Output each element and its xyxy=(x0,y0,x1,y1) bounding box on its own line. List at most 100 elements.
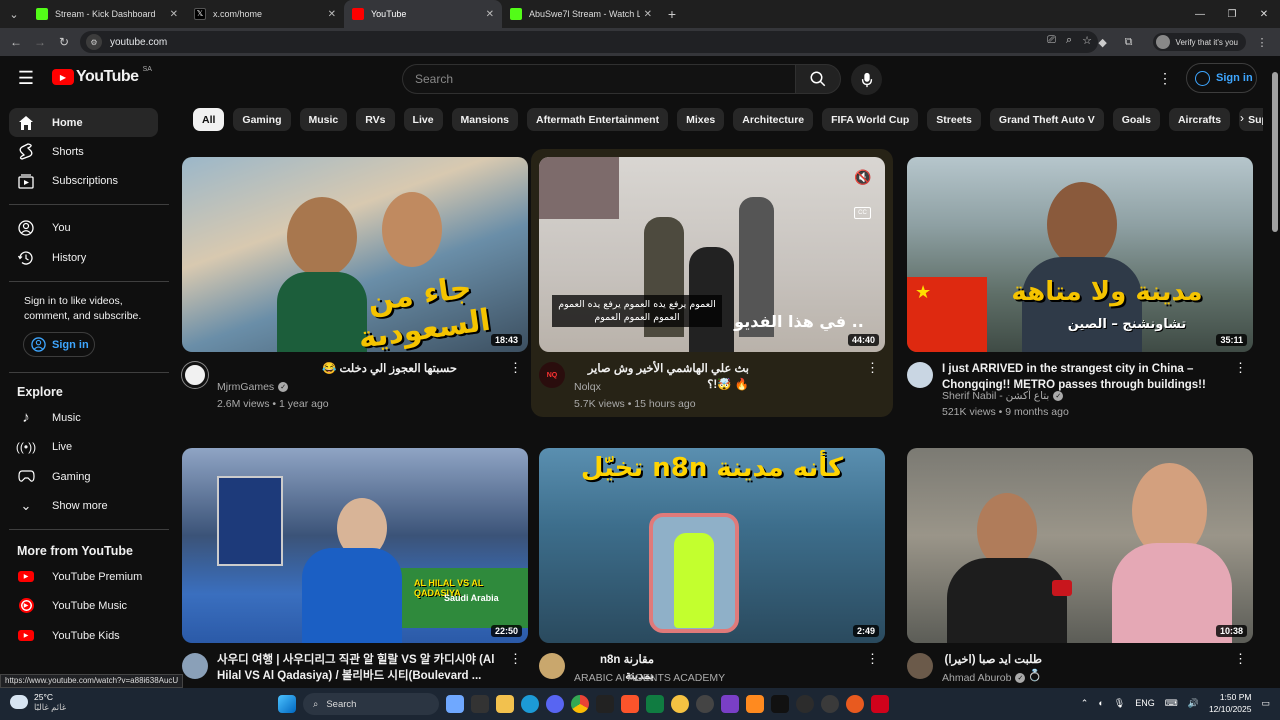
video-card[interactable]: ★ مدينة ولا متاهة تشاونشنج – الصين 35:11… xyxy=(907,157,1253,422)
app-icon[interactable] xyxy=(846,695,864,713)
video-title[interactable]: I just ARRIVED in the strangest city in … xyxy=(942,361,1232,393)
taskbar-search[interactable]: ⌕ Search xyxy=(303,693,439,715)
video-thumbnail[interactable]: AL HILAL VS AL QADASIYA Saudi Arabia 22:… xyxy=(182,448,528,643)
video-card[interactable]: 10:38 طلبت ايد صبا (اخيرا) 💍 Ahmad Aburo… xyxy=(907,448,1253,713)
bookmark-star-icon[interactable]: ☆ xyxy=(1082,34,1092,47)
task-view-icon[interactable] xyxy=(471,695,489,713)
copilot-icon[interactable] xyxy=(446,695,464,713)
maximize-icon[interactable]: ❐ xyxy=(1216,0,1248,28)
tray-app-icon[interactable]: ◐ xyxy=(1098,698,1103,708)
menu-hamburger-icon[interactable]: ☰ xyxy=(16,68,36,88)
edge-icon[interactable] xyxy=(521,695,539,713)
new-tab-icon[interactable]: + xyxy=(660,6,684,22)
obs-icon[interactable] xyxy=(796,695,814,713)
filter-chip[interactable]: RVs xyxy=(356,108,395,131)
close-tab-icon[interactable]: ✕ xyxy=(486,9,494,20)
weather-widget[interactable]: 25°C غائم غالبًا xyxy=(10,692,66,712)
youtube-logo[interactable]: ▶ YouTube SA xyxy=(52,66,152,86)
sidebar-item-subscriptions[interactable]: Subscriptions xyxy=(9,166,158,195)
network-icon[interactable]: ⌨ xyxy=(1165,698,1178,709)
channel-avatar[interactable] xyxy=(182,653,208,679)
sidebar-item-gaming[interactable]: Gaming xyxy=(9,462,158,491)
channel-name[interactable]: MjrmGames ✓ xyxy=(217,381,289,393)
forward-icon[interactable]: → xyxy=(28,35,52,49)
video-thumbnail[interactable]: 🔇 CC في هذا الفديو .. العموم يرفع يده ال… xyxy=(539,157,885,352)
extensions-puzzle-icon[interactable]: ⧉ xyxy=(1119,36,1139,49)
filter-chip[interactable]: Architecture xyxy=(733,108,814,131)
sidebar-item-youtube-music[interactable]: ▶ YouTube Music xyxy=(9,591,158,620)
site-info-icon[interactable]: ⚙ xyxy=(86,34,102,50)
video-more-icon[interactable]: ⋮ xyxy=(509,360,522,376)
address-bar[interactable]: ⚙ youtube.com ⎚ ⌕ ☆ xyxy=(80,31,1098,53)
video-thumbnail[interactable]: تخيّل n8n كأنه مدينة 2:49 xyxy=(539,448,885,643)
scrollbar-thumb[interactable] xyxy=(1272,72,1278,232)
sidebar-item-you[interactable]: You xyxy=(9,213,158,242)
filter-chip[interactable]: Mansions xyxy=(451,108,518,131)
search-box[interactable] xyxy=(402,64,795,94)
tiktok-icon[interactable] xyxy=(771,695,789,713)
sidebar-item-show-more[interactable]: ⌄ Show more xyxy=(9,491,158,520)
sidebar-signin-button[interactable]: Sign in xyxy=(23,332,95,357)
microphone-icon[interactable]: 🎙 xyxy=(1114,698,1125,709)
video-card[interactable]: تخيّل n8n كأنه مدينة 2:49 مقارنة n8n بمد… xyxy=(539,448,885,713)
app-icon[interactable] xyxy=(721,695,739,713)
channel-avatar[interactable] xyxy=(907,362,933,388)
video-card-hovered[interactable]: 🔇 CC في هذا الفديو .. العموم يرفع يده ال… xyxy=(539,157,885,422)
extension-icon[interactable]: ◆ xyxy=(1093,36,1113,49)
channel-avatar[interactable] xyxy=(539,653,565,679)
browser-menu-icon[interactable]: ⋮ xyxy=(1252,36,1272,49)
chevron-up-icon[interactable]: ⌃ xyxy=(1081,698,1089,709)
app-icon[interactable] xyxy=(696,695,714,713)
video-more-icon[interactable]: ⋮ xyxy=(866,651,879,667)
windows-start-icon[interactable] xyxy=(278,695,296,713)
filter-chip[interactable]: Gaming xyxy=(233,108,291,131)
minimize-icon[interactable]: — xyxy=(1184,0,1216,28)
browser-tab[interactable]: AbuSwe7l Stream - Watch Live o ✕ xyxy=(502,0,660,28)
app-icon[interactable] xyxy=(871,695,889,713)
app-icon[interactable] xyxy=(821,695,839,713)
profile-verify-chip[interactable]: Verify that it's you xyxy=(1152,33,1246,51)
header-signin-button[interactable]: Sign in xyxy=(1186,63,1257,93)
clock[interactable]: 1:50 PM 12/10/2025 xyxy=(1209,691,1252,715)
sidebar-item-youtube-kids[interactable]: ▶ YouTube Kids xyxy=(9,621,158,650)
filter-chip[interactable]: Aftermath Entertainment xyxy=(526,108,669,131)
browser-tab[interactable]: Stream - Kick Dashboard ✕ xyxy=(28,0,186,28)
video-thumbnail[interactable]: 10:38 xyxy=(907,448,1253,643)
settings-more-icon[interactable]: ⋮ xyxy=(1156,70,1174,88)
page-scrollbar[interactable] xyxy=(1270,62,1280,682)
channel-name[interactable]: Nolqx xyxy=(574,381,601,393)
discord-icon[interactable] xyxy=(546,695,564,713)
search-input[interactable] xyxy=(415,72,795,86)
filter-chip[interactable]: Grand Theft Auto V xyxy=(989,108,1104,131)
filter-chip[interactable]: All xyxy=(193,108,225,131)
back-icon[interactable]: ← xyxy=(4,35,28,49)
video-more-icon[interactable]: ⋮ xyxy=(1234,651,1247,667)
video-more-icon[interactable]: ⋮ xyxy=(1234,360,1247,376)
video-thumbnail[interactable]: جاء من السعودية 18:43 xyxy=(182,157,528,352)
brave-icon[interactable] xyxy=(621,695,639,713)
captions-icon[interactable]: CC xyxy=(854,207,871,219)
filter-chip[interactable]: Goals xyxy=(1112,108,1160,131)
channel-name[interactable]: Ahmad Aburob ✓ xyxy=(942,672,1026,684)
channel-name[interactable]: Sherif Nabil - بتاع أكشن ✓ xyxy=(942,390,1064,402)
sidebar-item-youtube-premium[interactable]: ▶ YouTube Premium xyxy=(9,562,158,591)
app-icon[interactable] xyxy=(596,695,614,713)
filter-chip[interactable]: Live xyxy=(403,108,443,131)
excel-icon[interactable] xyxy=(646,695,664,713)
app-icon[interactable] xyxy=(671,695,689,713)
sidebar-item-shorts[interactable]: Shorts xyxy=(9,137,158,166)
video-thumbnail[interactable]: ★ مدينة ولا متاهة تشاونشنج – الصين 35:11 xyxy=(907,157,1253,352)
chip-scroll-right-icon[interactable]: › xyxy=(1240,111,1244,125)
app-icon[interactable] xyxy=(746,695,764,713)
close-tab-icon[interactable]: ✕ xyxy=(644,9,652,20)
voice-search-button[interactable] xyxy=(851,64,882,95)
mute-icon[interactable]: 🔇 xyxy=(854,169,871,186)
volume-icon[interactable]: 🔊 xyxy=(1188,698,1199,709)
channel-name[interactable]: ARABIC AI AGENTS ACADEMY xyxy=(574,672,725,684)
filter-chip[interactable]: Aircrafts xyxy=(1168,108,1231,131)
channel-avatar[interactable]: NQ xyxy=(539,362,565,388)
browser-tab[interactable]: 𝕏 x.com/home ✕ xyxy=(186,0,344,28)
video-more-icon[interactable]: ⋮ xyxy=(866,360,879,376)
video-more-icon[interactable]: ⋮ xyxy=(509,651,522,667)
close-tab-icon[interactable]: ✕ xyxy=(170,9,178,20)
